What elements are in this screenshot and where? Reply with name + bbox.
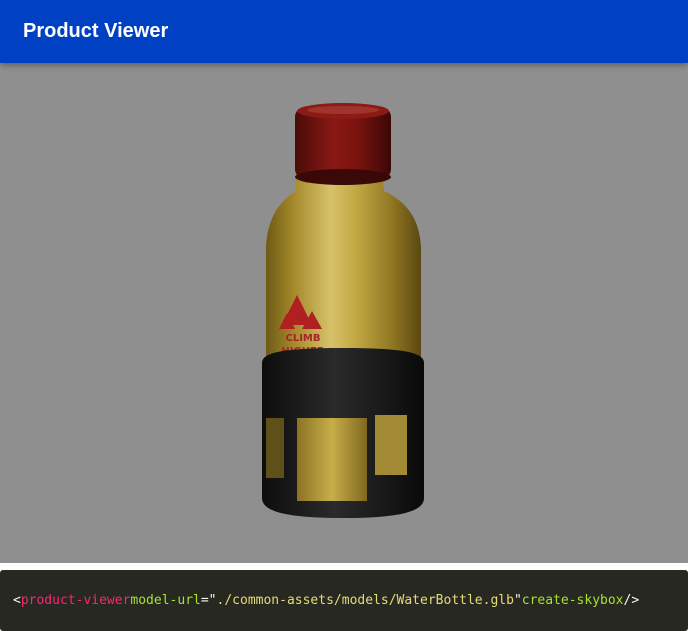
code-attr-create-skybox: create-skybox — [521, 593, 624, 608]
code-attr-model-url-value: ./common-assets/models/WaterBottle.glb — [216, 593, 514, 608]
code-snippet: < product-viewer model-url =" ./common-asse… — [0, 570, 688, 631]
product-viewer-canvas[interactable]: CLIMB HIGHER — [0, 63, 688, 563]
code-close-bracket: /> — [623, 593, 640, 608]
code-attr-eq: =" — [200, 593, 217, 608]
bottle-cap — [295, 103, 391, 185]
water-bottle-model[interactable]: CLIMB HIGHER — [0, 63, 688, 563]
code-attr-model-url: model-url — [130, 593, 201, 608]
page-title: Product Viewer — [23, 19, 169, 42]
app-header: Product Viewer — [0, 0, 688, 63]
code-tag-name: product-viewer — [20, 593, 131, 608]
svg-text:CLIMB: CLIMB — [285, 333, 320, 344]
code-attr-close-quote: " — [513, 593, 522, 608]
separator — [0, 563, 688, 570]
code-open-bracket: < — [13, 593, 21, 608]
bottle-holder — [262, 348, 424, 518]
